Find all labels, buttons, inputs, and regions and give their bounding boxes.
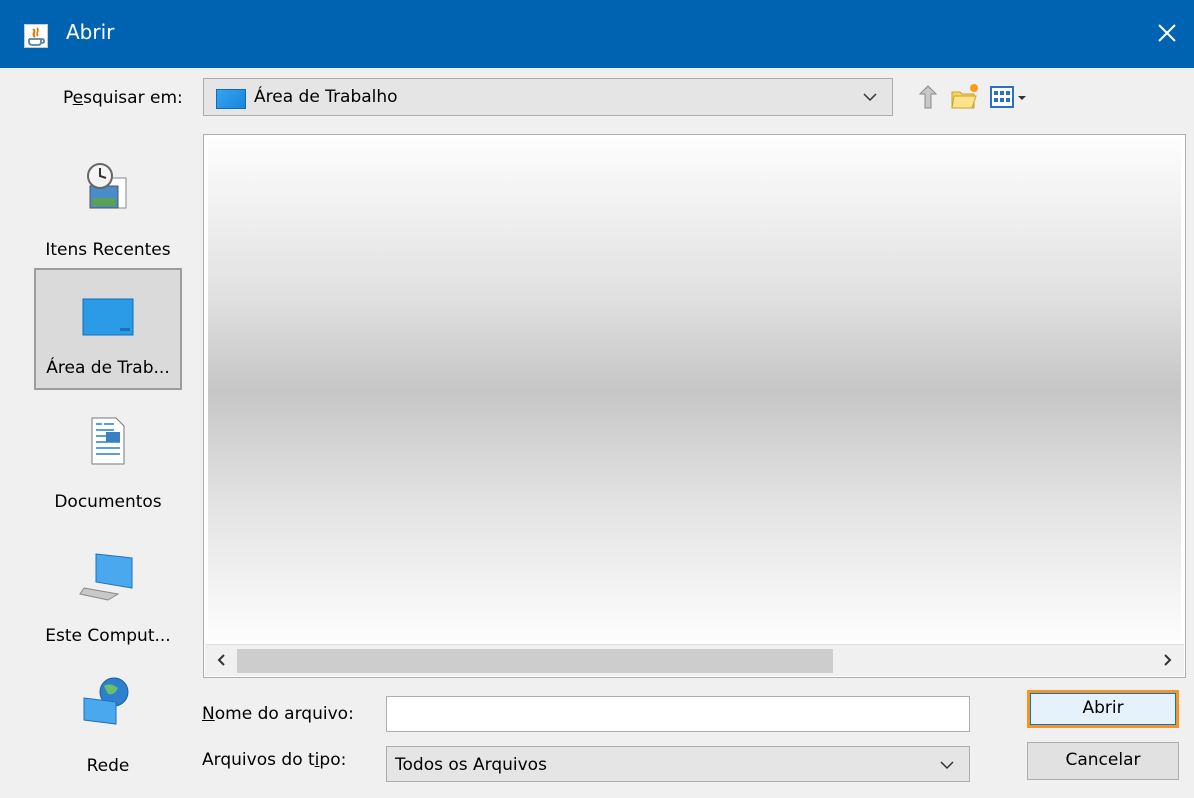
open-button[interactable]: Abrir (1027, 690, 1179, 728)
java-app-icon (24, 24, 48, 48)
place-this-computer[interactable]: Este Comput... (34, 534, 182, 656)
cancel-button[interactable]: Cancelar (1027, 742, 1179, 780)
close-icon[interactable] (1150, 16, 1184, 50)
place-network[interactable]: Rede (34, 664, 182, 786)
look-in-label: Pesquisar em: (63, 88, 183, 108)
place-recent-items[interactable]: Itens Recentes (34, 148, 182, 270)
file-name-input[interactable] (386, 696, 970, 732)
chevron-down-icon (940, 761, 954, 770)
computer-icon (79, 553, 133, 601)
documents-icon (91, 417, 125, 465)
file-name-label: Nome do arquivo: (202, 704, 354, 724)
file-type-combo[interactable]: Todos os Arquivos (386, 746, 970, 782)
horizontal-scrollbar[interactable] (205, 644, 1184, 676)
scroll-left-icon[interactable] (213, 651, 231, 669)
recent-items-icon (87, 163, 127, 209)
desktop-icon (82, 298, 134, 336)
place-label: Rede (86, 756, 130, 776)
network-icon (83, 677, 129, 725)
place-label: Este Comput... (45, 626, 171, 646)
file-type-value: Todos os Arquivos (395, 755, 547, 775)
place-label: Itens Recentes (45, 240, 171, 260)
place-label: Documentos (54, 492, 162, 512)
window-title: Abrir (66, 20, 115, 44)
scroll-right-icon[interactable] (1158, 651, 1176, 669)
up-folder-icon[interactable] (914, 82, 942, 112)
desktop-icon (216, 89, 246, 109)
file-list[interactable] (203, 134, 1186, 678)
look-in-combo[interactable]: Área de Trabalho (203, 78, 893, 116)
look-in-value: Área de Trabalho (254, 87, 398, 107)
file-type-label: Arquivos do tipo: (202, 750, 347, 770)
view-menu-icon[interactable] (988, 82, 1034, 112)
new-folder-icon[interactable] (950, 82, 978, 112)
file-list-area[interactable] (208, 139, 1181, 641)
places-bar: Itens Recentes Área de Trab... Documento… (30, 134, 186, 790)
scrollbar-thumb[interactable] (237, 649, 833, 673)
place-label: Área de Trab... (46, 358, 170, 378)
place-desktop[interactable]: Área de Trab... (34, 268, 182, 390)
place-documents[interactable]: Documentos (34, 400, 182, 522)
chevron-down-icon (863, 93, 877, 102)
title-bar: Abrir (0, 0, 1194, 68)
